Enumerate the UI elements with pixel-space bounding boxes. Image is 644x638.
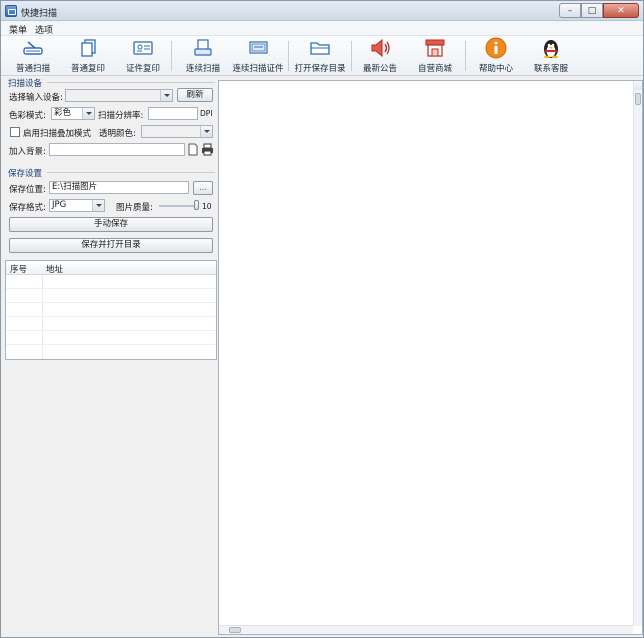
horizontal-scroll-thumb[interactable] [229,627,241,633]
customer-service-button[interactable]: 联系客服 [530,37,572,75]
title-bar: 快捷扫描 – □ ✕ [1,1,643,21]
overlay-mode-label: 启用扫描叠加模式 [23,129,92,139]
table-row [6,316,216,317]
tool-label: 最新公告 [362,64,397,74]
menu-bar: 菜单 选项 [1,21,643,36]
normal-scan-button[interactable]: 普通扫描 [12,37,54,75]
scan-device-group-title: 扫描设备 [8,79,43,89]
settings-panel: 扫描设备 选择输入设备: 刷新 色彩模式: 彩色 扫描分辨率: DPI 启用扫描… [3,77,217,637]
app-window: 快捷扫描 – □ ✕ 菜单 选项 普通扫描 普通复印 证件复印 连续扫描 连续扫… [0,0,644,638]
toolbar-separator [351,41,352,71]
continuous-id-scan-icon [246,37,270,59]
table-header: 序号 地址 [6,261,216,275]
table-row [6,288,216,289]
save-location-input[interactable]: E:\扫描图片 [49,181,189,194]
toolbar: 普通扫描 普通复印 证件复印 连续扫描 连续扫描证件 打开保存目录 最新公告 自… [1,36,643,76]
scanner-icon [21,37,45,59]
refresh-button[interactable]: 刷新 [177,88,213,102]
table-row [6,344,216,345]
window-title: 快捷扫描 [21,9,58,19]
tool-label: 普通扫描 [15,64,50,74]
tool-label: 联系客服 [533,64,568,74]
scan-preview-area[interactable] [218,80,643,635]
quality-slider-thumb[interactable] [194,200,199,210]
save-format-label: 保存格式: [9,203,46,213]
vertical-scrollbar[interactable] [633,81,642,626]
chevron-down-icon [200,126,212,137]
tool-label: 证件复印 [125,64,160,74]
folder-icon [308,37,332,59]
open-file-icon[interactable] [187,143,199,156]
dpi-unit: DPI [200,109,213,118]
store-button[interactable]: 自营商城 [414,37,456,75]
device-label: 选择输入设备: [9,93,63,103]
horizontal-scrollbar[interactable] [219,625,633,634]
normal-copy-button[interactable]: 普通复印 [67,37,109,75]
group-divider [47,82,215,83]
browse-button[interactable]: ... [193,181,213,195]
help-center-button[interactable]: 帮助中心 [475,37,517,75]
close-button[interactable]: ✕ [603,3,639,18]
group-divider [47,172,215,173]
column-index[interactable]: 序号 [10,263,27,275]
resolution-label: 扫描分辨率: [98,111,144,121]
continuous-scan-button[interactable]: 连续扫描 [182,37,224,75]
open-save-folder-button[interactable]: 打开保存目录 [292,37,348,75]
announcement-button[interactable]: 最新公告 [359,37,401,75]
tool-label: 连续扫描 [185,64,220,74]
toolbar-separator [465,41,466,71]
image-quality-label: 图片质量: [116,203,153,213]
app-icon [5,5,17,17]
window-controls: – □ ✕ [559,3,639,18]
color-mode-label: 色彩模式: [9,111,46,121]
overlay-mode-checkbox[interactable] [10,127,20,137]
tool-label: 连续扫描证件 [232,64,284,74]
resolution-input[interactable] [148,107,198,120]
manual-save-button[interactable]: 手动保存 [9,217,213,232]
save-location-label: 保存位置: [9,185,46,195]
continuous-scan-icon [191,37,215,59]
quality-value: 10 [202,202,212,211]
tool-label: 帮助中心 [478,64,513,74]
chevron-down-icon [160,90,172,101]
penguin-icon [539,37,563,59]
minimize-button[interactable]: – [559,3,581,18]
table-row [6,330,216,331]
speaker-icon [368,37,392,59]
toolbar-separator [288,41,289,71]
id-copy-button[interactable]: 证件复印 [122,37,164,75]
table-row [6,302,216,303]
toolbar-separator [171,41,172,71]
quality-slider-track[interactable] [159,205,199,207]
scroll-up-arrow[interactable] [634,81,642,90]
color-mode-value: 彩色 [54,108,72,118]
id-card-icon [131,37,155,59]
info-icon [484,37,508,59]
chevron-down-icon [82,108,94,119]
tool-label: 打开保存目录 [294,64,346,74]
saved-files-table: 序号 地址 [5,260,217,360]
printer-icon[interactable] [201,143,214,156]
maximize-button[interactable]: □ [581,3,603,18]
save-format-value: JPG [52,200,67,210]
store-icon [423,37,447,59]
copy-icon [76,37,100,59]
continuous-id-scan-button[interactable]: 连续扫描证件 [230,37,286,75]
background-input[interactable] [49,143,185,156]
save-format-select[interactable]: JPG [49,199,105,212]
transparent-color-label: 透明颜色: [99,129,136,139]
vertical-scroll-thumb[interactable] [635,93,641,105]
save-settings-group-title: 保存设置 [8,169,43,179]
menu-main[interactable]: 菜单 [9,23,27,36]
column-path[interactable]: 地址 [46,263,63,275]
chevron-down-icon [92,200,104,211]
background-label: 加入背景: [9,147,46,157]
tool-label: 普通复印 [70,64,105,74]
menu-options[interactable]: 选项 [35,23,53,36]
color-mode-select[interactable]: 彩色 [51,107,95,120]
transparent-color-select[interactable] [141,125,213,138]
tool-label: 自营商城 [417,64,452,74]
save-and-open-folder-button[interactable]: 保存并打开目录 [9,238,213,253]
input-device-select[interactable] [65,89,173,102]
